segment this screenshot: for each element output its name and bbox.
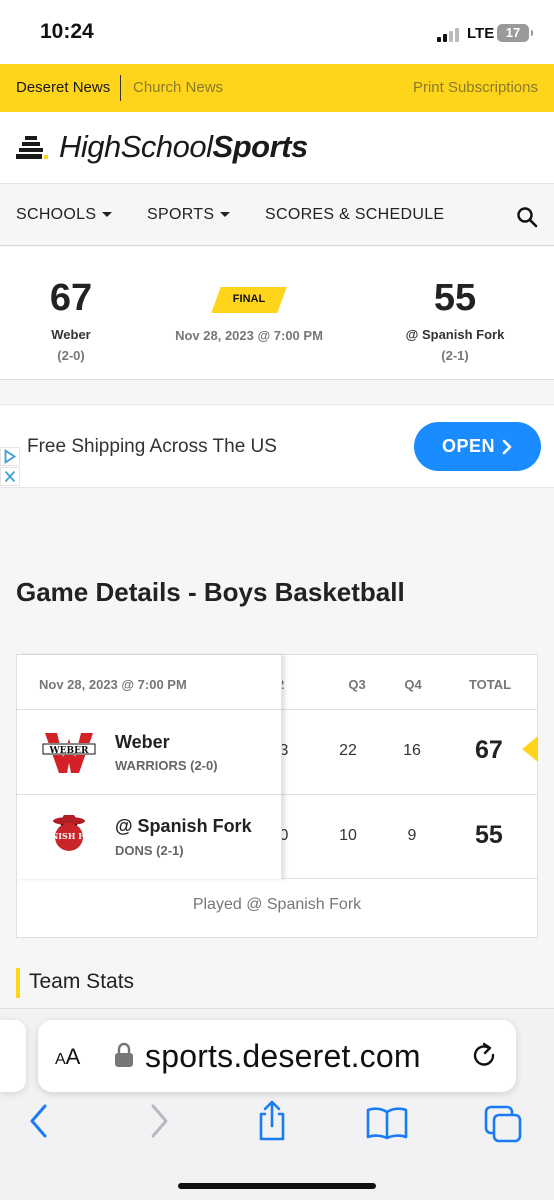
previous-tab-card[interactable] — [0, 1020, 26, 1092]
cell-q3: 22 — [339, 742, 357, 759]
chevron-down-icon — [220, 212, 231, 218]
row-divider — [17, 794, 282, 795]
home-score: 67 — [49, 277, 93, 319]
team-name[interactable]: Weber — [115, 732, 170, 753]
bookmarks-icon[interactable] — [366, 1106, 408, 1140]
home-team-record: (2-0) — [57, 348, 85, 363]
print-subscriptions-link[interactable]: Print Subscriptions — [413, 79, 538, 96]
col-header-q4: Q4 — [404, 677, 422, 692]
reader-settings-button[interactable]: AA — [55, 1044, 80, 1070]
home-team-name[interactable]: Weber — [21, 327, 121, 342]
tabs-icon[interactable] — [483, 1104, 523, 1144]
nav-schools-label: SCHOOLS — [16, 206, 97, 223]
status-time: 10:24 — [40, 20, 94, 43]
score-header: 67 Weber (2-0) FINAL Nov 28, 2023 @ 7:00… — [0, 247, 554, 380]
ad-banner[interactable]: Free Shipping Across The US OPEN — [0, 404, 554, 488]
close-icon[interactable] — [0, 467, 20, 486]
aa-small: A — [55, 1051, 66, 1068]
divider — [0, 1008, 554, 1009]
nav-sports[interactable]: SPORTS — [147, 206, 231, 224]
spanish-fork-logo-text: SPANISH FORK — [41, 831, 97, 841]
played-at: Played @ Spanish Fork — [192, 896, 362, 913]
lock-icon — [115, 1042, 133, 1067]
team-column: Nov 28, 2023 @ 7:00 PM WEBER Weber WARRI… — [17, 655, 282, 879]
chevron-down-icon — [102, 212, 113, 218]
away-team-record: (2-1) — [441, 348, 469, 363]
status-bar: 10:24 LTE 17 — [0, 0, 554, 64]
back-icon[interactable] — [28, 1103, 50, 1139]
site-header: HighSchoolSports — [0, 112, 554, 184]
site-logo[interactable]: HighSchoolSports — [59, 129, 308, 165]
nav-schools[interactable]: SCHOOLS — [16, 206, 113, 224]
away-score: 55 — [433, 277, 477, 319]
reload-icon[interactable] — [471, 1042, 499, 1072]
nav-sports-label: SPORTS — [147, 206, 215, 223]
main-nav: SCHOOLS SPORTS SCORES & SCHEDULE — [0, 184, 554, 246]
aa-big: A — [65, 1044, 81, 1069]
ad-open-label: OPEN — [442, 436, 496, 456]
home-indicator — [178, 1183, 376, 1189]
address-bar[interactable]: AA sports.deseret.com — [38, 1020, 516, 1092]
winner-indicator-icon — [522, 736, 538, 762]
spanish-fork-logo-icon[interactable]: SPANISH FORK — [41, 813, 97, 859]
section-accent — [16, 968, 20, 998]
col-header-q3: Q3 — [348, 677, 366, 692]
weber-logo-text: WEBER — [49, 746, 89, 756]
ad-open-button[interactable]: OPEN — [414, 422, 541, 471]
ad-text: Free Shipping Across The US — [27, 436, 277, 457]
box-score-table[interactable]: 2 Q3 Q4 TOTAL 3 22 16 67 0 10 9 55 Nov 2… — [16, 654, 538, 938]
network-type: LTE — [467, 25, 495, 42]
cell-total: 67 — [475, 736, 503, 764]
game-details-title: Game Details - Boys Basketball — [16, 577, 405, 607]
logo-highschool-text: HighSchool — [59, 129, 213, 164]
row-divider — [17, 709, 282, 710]
table-date: Nov 28, 2023 @ 7:00 PM — [39, 677, 187, 692]
logo-sports-text: Sports — [212, 129, 309, 164]
team-subtitle: WARRIORS (2-0) — [115, 758, 218, 773]
team-subtitle: DONS (2-1) — [115, 843, 184, 858]
chevron-right-icon — [502, 439, 512, 455]
divider — [120, 75, 121, 101]
url-text[interactable]: sports.deseret.com — [145, 1038, 421, 1075]
deseret-news-link[interactable]: Deseret News — [16, 79, 110, 96]
col-header-total: TOTAL — [468, 677, 512, 692]
top-links-bar: Deseret News Church News Print Subscript… — [0, 64, 554, 112]
forward-icon[interactable] — [148, 1103, 170, 1139]
share-icon[interactable] — [255, 1099, 289, 1141]
game-status: FINAL — [232, 293, 266, 305]
adchoices-icon[interactable] — [0, 447, 20, 466]
team-stats-title: Team Stats — [29, 970, 135, 993]
signal-icon — [437, 26, 463, 42]
cell-q4: 9 — [407, 827, 417, 844]
church-news-link[interactable]: Church News — [133, 79, 223, 96]
cell-q3: 10 — [339, 827, 357, 844]
away-team-name[interactable]: @ Spanish Fork — [385, 327, 525, 342]
cell-total: 55 — [475, 821, 503, 849]
weber-logo-icon[interactable]: WEBER — [41, 729, 97, 775]
team-name[interactable]: @ Spanish Fork — [115, 816, 252, 837]
search-icon[interactable] — [516, 206, 538, 228]
nav-scores-schedule[interactable]: SCORES & SCHEDULE — [265, 206, 444, 224]
battery-icon: 17 — [497, 24, 533, 42]
beehive-logo-icon[interactable] — [16, 136, 50, 162]
game-date: Nov 28, 2023 @ 7:00 PM — [175, 328, 323, 343]
cell-q4: 16 — [403, 742, 421, 759]
